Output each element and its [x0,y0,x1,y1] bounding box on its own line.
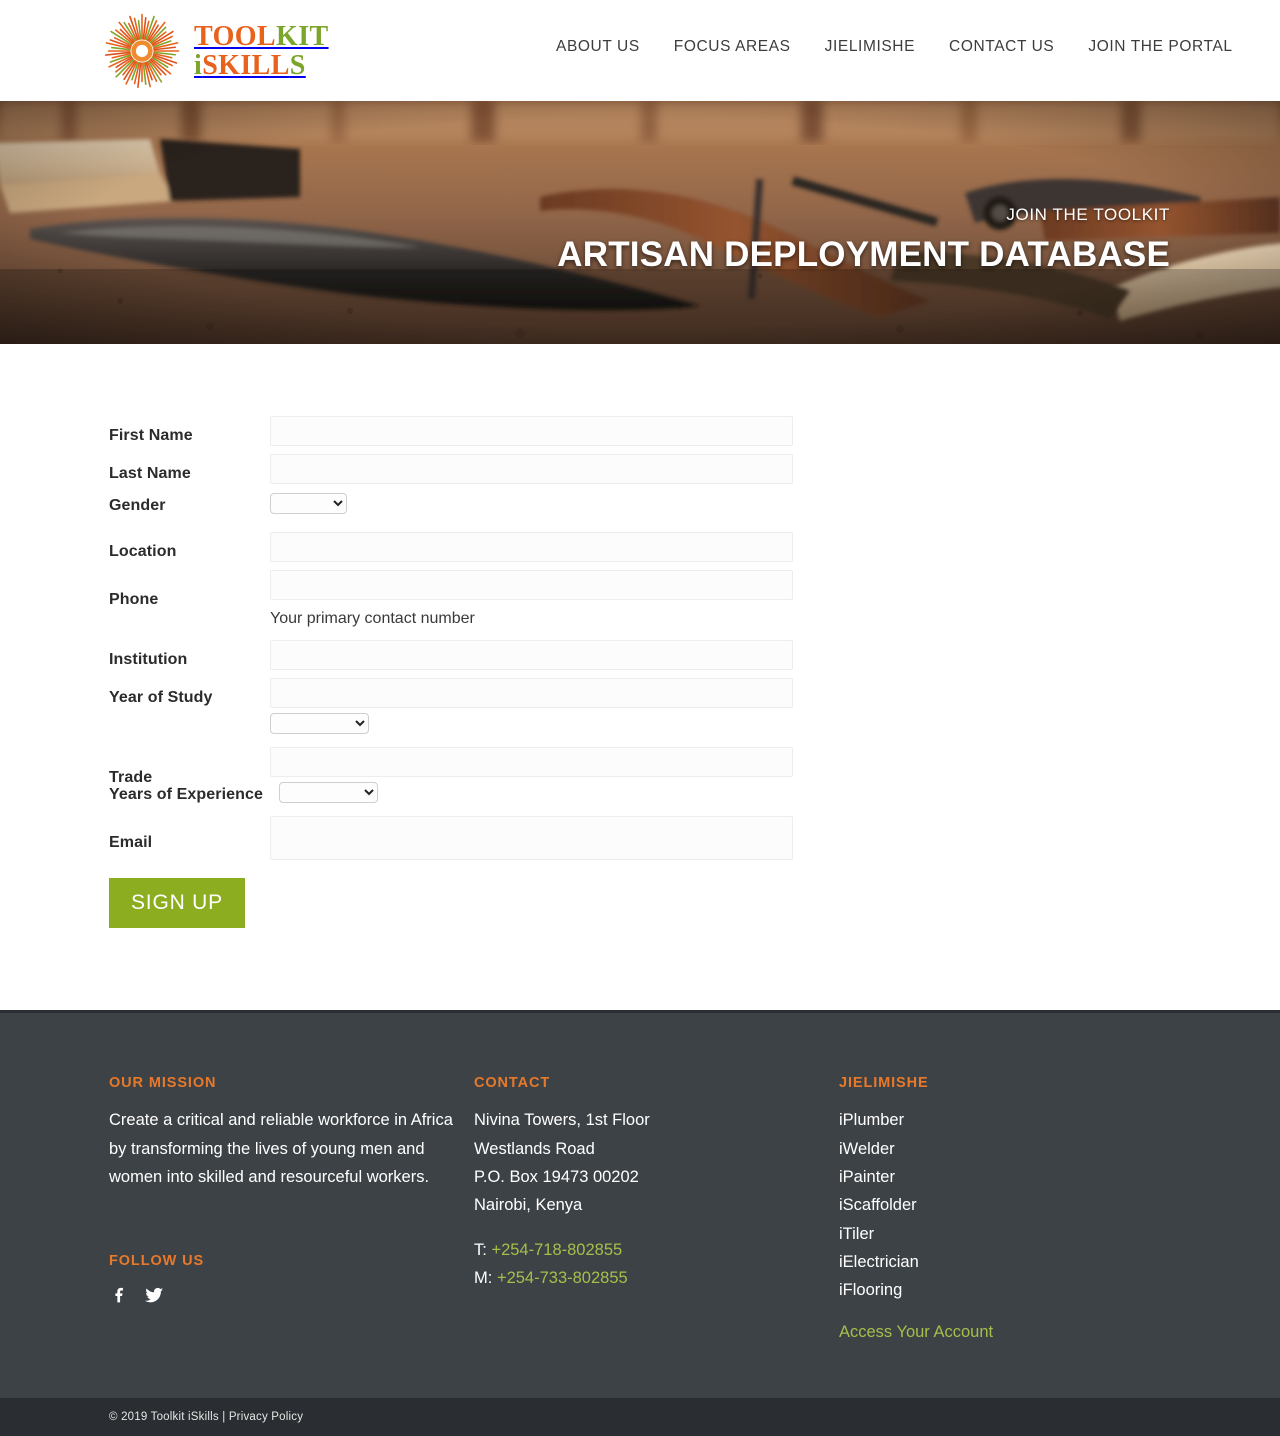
footer-heading-follow-us: FOLLOW US [109,1253,205,1270]
first-name-input[interactable] [270,416,793,446]
field-row-gender: Gender [109,493,1280,527]
nav-item-contact-us[interactable]: CONTACT US [949,38,1054,56]
facebook-icon[interactable] [109,1284,131,1306]
copyright-label: © 2019 Toolkit iSkills | [109,1410,229,1423]
brand-s: S [289,49,306,81]
site-header: TOOLKIT iSKILLS ABOUT US FOCUS AREAS JIE… [0,0,1280,101]
jielimishe-item-iflooring[interactable]: iFlooring [839,1276,1139,1304]
mobile-label: M: [474,1269,493,1288]
hero-kicker: JOIN THE TOOLKIT [1006,205,1170,224]
brand-i: i [194,49,203,81]
footer-heading-jielimishe: JIELIMISHE [839,1075,929,1092]
jielimishe-item-iscaffolder[interactable]: iScaffolder [839,1191,1139,1219]
jielimishe-links: iPlumber iWelder iPainter iScaffolder iT… [839,1106,1139,1305]
brand-kit: KIT [276,20,329,52]
jielimishe-item-itiler[interactable]: iTiler [839,1220,1139,1248]
sign-up-button[interactable]: SIGN UP [109,878,245,929]
label-institution: Institution [109,651,188,669]
gender-select[interactable] [270,493,347,514]
phone-help-text: Your primary contact number [270,610,475,627]
nav-item-jielimishe[interactable]: JIELIMISHE [825,38,915,56]
footer-heading-our-mission: OUR MISSION [109,1075,217,1092]
label-phone: Phone [109,591,159,608]
main-content: First Name Last Name Gender Location Pho… [0,344,1280,1011]
field-row-institution: Institution [109,640,1280,674]
contact-address-line-4: Nairobi, Kenya [474,1196,583,1215]
field-row-last-name: Last Name [109,454,1280,488]
social-links [109,1284,474,1306]
nav-item-focus-areas[interactable]: FOCUS AREAS [674,38,791,56]
label-years-of-experience: Years of Experience [109,786,263,804]
jielimishe-item-ielectrician[interactable]: iElectrician [839,1248,1139,1276]
twitter-icon[interactable] [143,1284,165,1306]
brand-tool: TOOL [194,20,277,52]
telephone-link[interactable]: +254-718-802855 [491,1241,622,1259]
field-row-years-of-experience: Years of Experience [109,782,1280,816]
brand-wordmark: TOOLKIT iSKILLS [194,21,329,80]
footer-column-mission: OUR MISSION Create a critical and reliab… [109,1075,474,1342]
field-row-trade-select [109,713,1280,747]
contact-address-line-1: Nivina Towers, 1st Floor [474,1111,650,1130]
label-email: Email [109,834,153,852]
brand-skill: SKILL [202,49,290,81]
location-input[interactable] [270,532,793,562]
field-row-email: Email [109,816,1280,861]
brand-logo-link[interactable]: TOOLKIT iSKILLS [104,13,329,89]
footer-mission-text: Create a critical and reliable workforce… [109,1111,453,1186]
field-row-first-name: First Name [109,416,1280,450]
contact-mobile-row: M: +254-733-802855 [474,1264,839,1292]
hero-banner: JOIN THE TOOLKIT ARTISAN DEPLOYMENT DATA… [0,101,1280,344]
footer-column-contact: CONTACT Nivina Towers, 1st Floor Westlan… [474,1075,839,1342]
telephone-label: T: [474,1240,487,1259]
contact-address-line-3: P.O. Box 19473 00202 [474,1167,639,1186]
jielimishe-item-iplumber[interactable]: iPlumber [839,1106,1139,1134]
site-footer: OUR MISSION Create a critical and reliab… [0,1010,1280,1436]
contact-address-line-2: Westlands Road [474,1139,595,1158]
contact-telephone-row: T: +254-718-802855 [474,1236,839,1264]
footer-columns: OUR MISSION Create a critical and reliab… [0,1075,1280,1342]
hero-text-block: JOIN THE TOOLKIT ARTISAN DEPLOYMENT DATA… [557,205,1170,275]
years-of-experience-select[interactable] [279,782,378,804]
trade-input[interactable] [270,747,793,778]
email-input[interactable] [270,816,793,861]
nav-item-join-the-portal[interactable]: JOIN THE PORTAL [1088,38,1232,56]
field-row-year-of-study: Year of Study [109,678,1280,712]
label-last-name: Last Name [109,465,191,482]
footer-column-jielimishe: JIELIMISHE iPlumber iWelder iPainter iSc… [839,1075,1139,1342]
institution-input[interactable] [270,640,793,671]
privacy-policy-link[interactable]: Privacy Policy [229,1411,303,1423]
copyright-text: © 2019 Toolkit iSkills | Privacy Policy [109,1411,303,1423]
page-title: ARTISAN DEPLOYMENT DATABASE [557,235,1170,274]
year-of-study-input[interactable] [270,678,793,709]
field-row-trade: Trade [109,747,1280,786]
main-navigation: ABOUT US FOCUS AREAS JIELIMISHE CONTACT … [556,38,1233,56]
field-row-location: Location [109,532,1280,566]
mobile-link[interactable]: +254-733-802855 [497,1269,628,1287]
footer-bottom-bar: © 2019 Toolkit iSkills | Privacy Policy [0,1397,1280,1436]
label-gender: Gender [109,497,166,514]
trade-select[interactable] [270,713,369,735]
access-your-account-link[interactable]: Access Your Account [839,1323,993,1342]
field-row-phone: Phone Your primary contact number [109,570,1280,628]
jielimishe-item-ipainter[interactable]: iPainter [839,1163,1139,1191]
nav-item-about-us[interactable]: ABOUT US [556,38,640,56]
jielimishe-item-iwelder[interactable]: iWelder [839,1135,1139,1163]
contact-phone-block: T: +254-718-802855 M: +254-733-802855 [474,1236,839,1293]
last-name-input[interactable] [270,454,793,484]
label-year-of-study: Year of Study [109,689,213,707]
sunburst-logo-icon [104,13,180,89]
phone-input[interactable] [270,570,793,600]
artisan-signup-form: First Name Last Name Gender Location Pho… [0,416,1280,929]
footer-heading-contact: CONTACT [474,1075,551,1092]
label-first-name: First Name [109,427,193,444]
label-location: Location [109,543,177,560]
